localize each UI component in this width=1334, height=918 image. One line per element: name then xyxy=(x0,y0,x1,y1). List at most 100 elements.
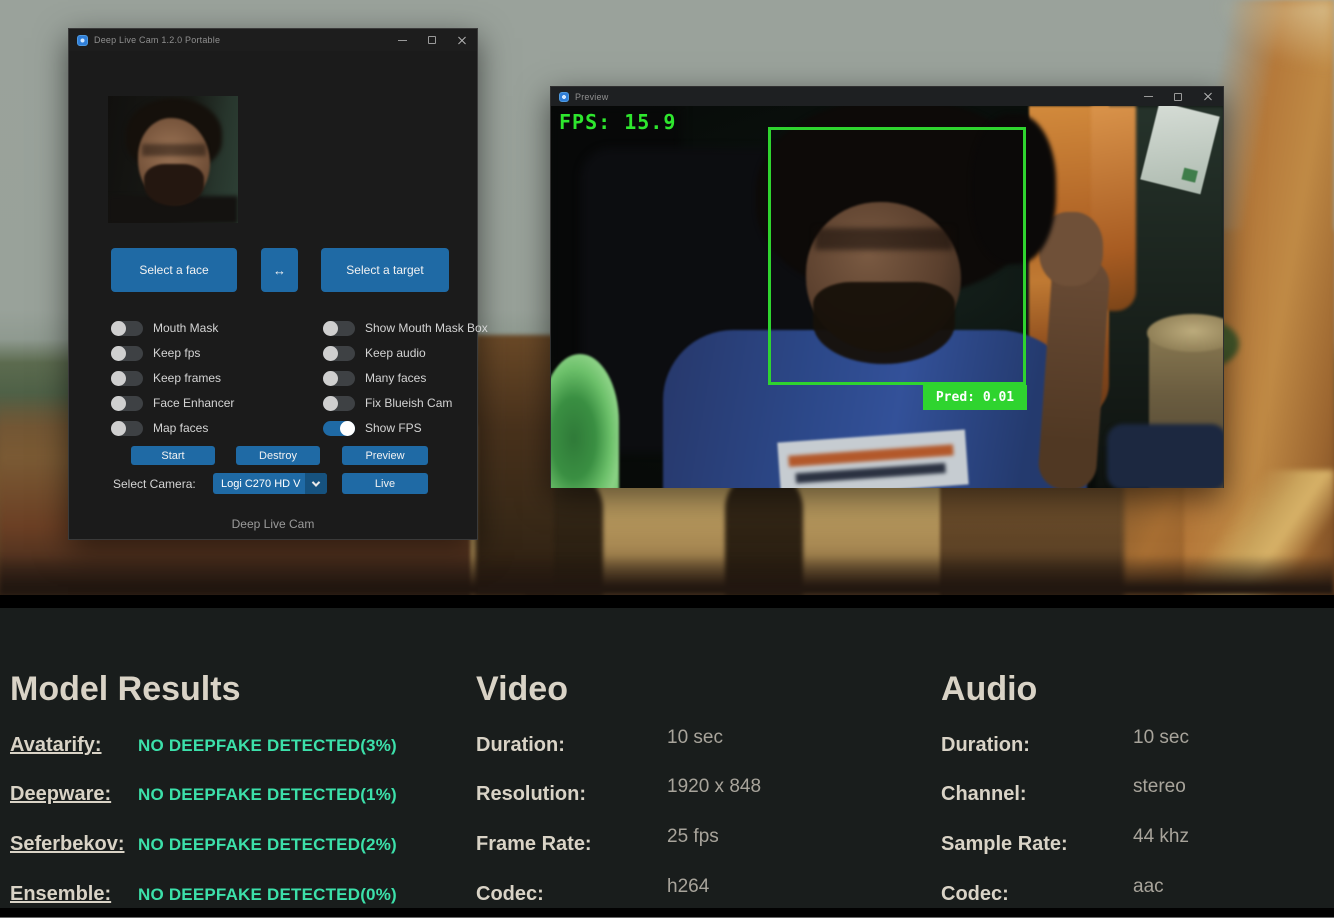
toggle-label: Show Mouth Mask Box xyxy=(365,321,488,335)
audio-info-row: Channel: stereo xyxy=(941,783,1027,806)
analysis-panel: Model Results Avatarify: NO DEEPFAKE DET… xyxy=(0,608,1334,908)
minimize-button[interactable] xyxy=(387,29,417,51)
video-codec-label: Codec: xyxy=(476,883,544,905)
select-camera-label: Select Camera: xyxy=(113,477,196,491)
main-window-title: Deep Live Cam 1.2.0 Portable xyxy=(94,35,220,45)
toggle-mouth-mask[interactable]: Mouth Mask xyxy=(111,319,218,337)
video-section-title: Video xyxy=(476,670,568,709)
wallpaper-corner-light xyxy=(1214,0,1334,70)
toggle-face-enhancer[interactable]: Face Enhancer xyxy=(111,394,234,412)
minimize-icon xyxy=(1144,96,1153,97)
toggle-show-fps[interactable]: Show FPS xyxy=(323,419,422,437)
wallpaper-bottom-shadow xyxy=(0,555,1334,595)
select-face-button[interactable]: Select a face xyxy=(111,248,237,292)
model-name-deepware[interactable]: Deepware: xyxy=(10,783,111,805)
preview-window: Preview xyxy=(550,86,1224,488)
panel-top-separator xyxy=(0,595,1334,608)
toggle-fix-blueish-cam[interactable]: Fix Blueish Cam xyxy=(323,394,452,412)
switch-off-icon[interactable] xyxy=(323,371,355,386)
face-detection-box xyxy=(768,127,1026,385)
model-name-ensemble[interactable]: Ensemble: xyxy=(10,883,111,905)
close-button[interactable] xyxy=(447,29,477,51)
source-face-eyes xyxy=(142,144,206,156)
video-info-row: Codec: h264 xyxy=(476,883,544,906)
audio-duration-value: 10 sec xyxy=(1133,727,1189,749)
model-result-row: Ensemble: NO DEEPFAKE DETECTED(0%) xyxy=(10,883,111,906)
source-face-beard xyxy=(144,164,204,206)
chevron-down-icon xyxy=(312,478,320,486)
audio-samplerate-label: Sample Rate: xyxy=(941,833,1068,855)
switch-off-icon[interactable] xyxy=(323,346,355,361)
screen: Deep Live Cam 1.2.0 Portable Select a fa… xyxy=(0,0,1334,918)
select-target-button[interactable]: Select a target xyxy=(321,248,449,292)
audio-info-row: Duration: 10 sec xyxy=(941,734,1030,757)
scene-paper-qr xyxy=(1181,168,1197,183)
maximize-icon xyxy=(1174,93,1182,101)
audio-duration-label: Duration: xyxy=(941,734,1030,756)
close-icon xyxy=(457,35,467,45)
minimize-icon xyxy=(398,40,407,41)
switch-off-icon[interactable] xyxy=(323,321,355,336)
toggle-show-mouth-mask-box[interactable]: Show Mouth Mask Box xyxy=(323,319,488,337)
live-button[interactable]: Live xyxy=(342,473,428,494)
audio-info-row: Sample Rate: 44 khz xyxy=(941,833,1068,856)
toggle-label: Show FPS xyxy=(365,421,422,435)
model-results-title: Model Results xyxy=(10,670,240,709)
destroy-button[interactable]: Destroy xyxy=(236,446,320,465)
toggle-label: Map faces xyxy=(153,421,208,435)
switch-off-icon[interactable] xyxy=(111,396,143,411)
switch-off-icon[interactable] xyxy=(111,346,143,361)
toggle-many-faces[interactable]: Many faces xyxy=(323,369,426,387)
video-duration-value: 10 sec xyxy=(667,727,723,749)
preview-button[interactable]: Preview xyxy=(342,446,428,465)
model-result-row: Avatarify: NO DEEPFAKE DETECTED(3%) xyxy=(10,734,102,757)
prediction-badge: Pred: 0.01 xyxy=(923,385,1027,410)
model-result-value: NO DEEPFAKE DETECTED(3%) xyxy=(138,736,397,756)
panel-bottom-separator xyxy=(0,908,1334,918)
model-result-row: Deepware: NO DEEPFAKE DETECTED(1%) xyxy=(10,783,111,806)
preview-window-title: Preview xyxy=(575,92,608,102)
close-icon xyxy=(1203,92,1213,102)
camera-dropdown-cap[interactable] xyxy=(305,473,327,494)
switch-off-icon[interactable] xyxy=(111,371,143,386)
maximize-button[interactable] xyxy=(1163,87,1193,106)
switch-off-icon[interactable] xyxy=(323,396,355,411)
toggle-keep-fps[interactable]: Keep fps xyxy=(111,344,200,362)
toggle-keep-frames[interactable]: Keep frames xyxy=(111,369,221,387)
app-icon xyxy=(559,92,569,102)
switch-off-icon[interactable] xyxy=(111,321,143,336)
video-codec-value: h264 xyxy=(667,876,709,898)
start-button[interactable]: Start xyxy=(131,446,215,465)
toggle-keep-audio[interactable]: Keep audio xyxy=(323,344,426,362)
audio-codec-label: Codec: xyxy=(941,883,1009,905)
shirt-print-line xyxy=(796,463,946,483)
video-info-row: Duration: 10 sec xyxy=(476,734,565,757)
main-title-bar[interactable]: Deep Live Cam 1.2.0 Portable xyxy=(69,29,477,51)
toggle-label: Many faces xyxy=(365,371,426,385)
video-resolution-label: Resolution: xyxy=(476,783,586,805)
close-button[interactable] xyxy=(1193,87,1223,106)
scene-basket-top xyxy=(1147,314,1223,352)
switch-off-icon[interactable] xyxy=(111,421,143,436)
model-name-seferbekov[interactable]: Seferbekov: xyxy=(10,833,125,855)
preview-title-bar[interactable]: Preview xyxy=(551,87,1223,106)
video-info-row: Frame Rate: 25 fps xyxy=(476,833,592,856)
video-framerate-value: 25 fps xyxy=(667,826,719,848)
camera-dropdown[interactable]: Logi C270 HD V xyxy=(213,473,327,494)
model-result-value: NO DEEPFAKE DETECTED(1%) xyxy=(138,785,397,805)
toggle-label: Keep fps xyxy=(153,346,200,360)
model-result-value: NO DEEPFAKE DETECTED(0%) xyxy=(138,885,397,905)
maximize-button[interactable] xyxy=(417,29,447,51)
video-framerate-label: Frame Rate: xyxy=(476,833,592,855)
model-name-avatarify[interactable]: Avatarify: xyxy=(10,734,102,756)
swap-faces-button[interactable]: ↔ xyxy=(261,248,298,292)
switch-on-icon[interactable] xyxy=(323,421,355,436)
minimize-button[interactable] xyxy=(1133,87,1163,106)
audio-info-row: Codec: aac xyxy=(941,883,1009,906)
source-face-image xyxy=(108,96,238,223)
toggle-map-faces[interactable]: Map faces xyxy=(111,419,208,437)
video-duration-label: Duration: xyxy=(476,734,565,756)
video-info-row: Resolution: 1920 x 848 xyxy=(476,783,586,806)
model-result-row: Seferbekov: NO DEEPFAKE DETECTED(2%) xyxy=(10,833,125,856)
maximize-icon xyxy=(428,36,436,44)
